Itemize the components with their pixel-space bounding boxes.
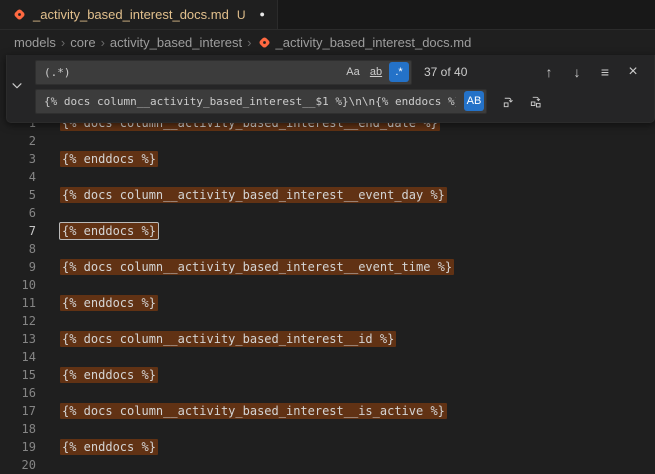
code-line: 7 {% enddocs %} xyxy=(0,222,655,240)
code-line-content[interactable]: {% docs column__activity_based_interest_… xyxy=(60,188,447,202)
breadcrumb-item[interactable]: _activity_based_interest_docs.md xyxy=(276,35,472,50)
editor-tab[interactable]: _activity_based_interest_docs.md U ● xyxy=(0,0,278,29)
find-match-highlight[interactable]: {% enddocs %} xyxy=(60,367,158,383)
code-line: 19 {% enddocs %} xyxy=(0,438,655,456)
line-number: 2 xyxy=(0,134,36,148)
regex-toggle[interactable]: .* xyxy=(389,62,409,82)
toggle-replace-button[interactable] xyxy=(7,59,27,117)
find-match-highlight[interactable]: {% docs column__activity_based_interest_… xyxy=(60,331,396,347)
close-button[interactable]: × xyxy=(622,61,644,83)
tab-bar: _activity_based_interest_docs.md U ● xyxy=(0,0,655,30)
whole-word-toggle[interactable]: ab xyxy=(366,62,386,82)
code-line: 4 xyxy=(0,168,655,186)
breadcrumb-item[interactable]: activity_based_interest xyxy=(110,35,242,50)
code-line-content[interactable]: {% enddocs %} xyxy=(60,296,158,310)
line-number: 11 xyxy=(0,296,36,310)
replace-all-button[interactable] xyxy=(525,90,547,112)
replace-button[interactable] xyxy=(497,90,519,112)
line-number: 15 xyxy=(0,368,36,382)
dbt-file-icon xyxy=(257,35,272,50)
find-widget: Aa ab .* 37 of 40 ↑ ↓ ≡ × AB xyxy=(6,55,655,123)
breadcrumb: models›core›activity_based_interest›_act… xyxy=(0,30,655,54)
code-line: 16 xyxy=(0,384,655,402)
line-number: 8 xyxy=(0,242,36,256)
replace-input-wrap: AB xyxy=(35,89,487,114)
find-match-highlight[interactable]: {% enddocs %} xyxy=(60,223,158,239)
code-line: 13 {% docs column__activity_based_interes… xyxy=(0,330,655,348)
code-line: 18 xyxy=(0,420,655,438)
line-number: 4 xyxy=(0,170,36,184)
code-line-content[interactable]: {% docs column__activity_based_interest_… xyxy=(60,260,454,274)
code-line: 3 {% enddocs %} xyxy=(0,150,655,168)
chevron-right-icon: › xyxy=(56,35,70,50)
code-line: 17 {% docs column__activity_based_interes… xyxy=(0,402,655,420)
modified-dot-icon[interactable]: ● xyxy=(260,10,265,19)
line-number: 10 xyxy=(0,278,36,292)
next-match-button[interactable]: ↓ xyxy=(566,61,588,83)
preserve-case-toggle[interactable]: AB xyxy=(464,91,484,111)
line-number: 14 xyxy=(0,350,36,364)
find-match-highlight[interactable]: {% docs column__activity_based_interest_… xyxy=(60,187,447,203)
code-line: 6 xyxy=(0,204,655,222)
find-row: Aa ab .* 37 of 40 ↑ ↓ ≡ × xyxy=(27,59,650,85)
chevron-down-icon xyxy=(10,79,24,98)
find-match-highlight[interactable]: {% docs column__activity_based_interest_… xyxy=(60,259,454,275)
find-in-selection-button[interactable]: ≡ xyxy=(594,61,616,83)
find-match-highlight[interactable]: {% enddocs %} xyxy=(60,295,158,311)
code-line-content[interactable]: {% docs column__activity_based_interest_… xyxy=(60,404,447,418)
find-match-highlight[interactable]: {% enddocs %} xyxy=(60,439,158,455)
line-number: 5 xyxy=(0,188,36,202)
line-number: 9 xyxy=(0,260,36,274)
git-status-badge: U xyxy=(237,8,246,22)
code-line: 15 {% enddocs %} xyxy=(0,366,655,384)
find-match-highlight[interactable]: {% docs column__activity_based_interest_… xyxy=(60,403,447,419)
code-line: 12 xyxy=(0,312,655,330)
tab-filename: _activity_based_interest_docs.md xyxy=(33,7,229,22)
line-number: 17 xyxy=(0,404,36,418)
replace-row: AB xyxy=(27,88,650,114)
code-line-content[interactable]: {% docs column__activity_based_interest_… xyxy=(60,332,396,346)
code-line-content[interactable]: {% enddocs %} xyxy=(60,368,158,382)
code-line: 14 xyxy=(0,348,655,366)
line-number: 6 xyxy=(0,206,36,220)
results-count: 37 of 40 xyxy=(424,65,467,79)
line-number: 18 xyxy=(0,422,36,436)
line-number: 7 xyxy=(0,224,36,238)
line-number: 12 xyxy=(0,314,36,328)
code-line: 5 {% docs column__activity_based_interest… xyxy=(0,186,655,204)
code-line: 8 xyxy=(0,240,655,258)
match-case-toggle[interactable]: Aa xyxy=(343,62,363,82)
code-line: 20 xyxy=(0,456,655,474)
replace-input[interactable] xyxy=(35,89,487,114)
code-line-content[interactable]: {% enddocs %} xyxy=(60,152,158,166)
code-line: 11 {% enddocs %} xyxy=(0,294,655,312)
code-line: 9 {% docs column__activity_based_interest… xyxy=(0,258,655,276)
previous-match-button[interactable]: ↑ xyxy=(538,61,560,83)
breadcrumb-item[interactable]: core xyxy=(70,35,95,50)
editor-pane: Aa ab .* 37 of 40 ↑ ↓ ≡ × AB xyxy=(0,54,655,470)
code-area: 1{% docs column__activity_based_interest… xyxy=(0,114,655,474)
code-line-content[interactable]: {% enddocs %} xyxy=(60,224,158,238)
code-line-content[interactable]: {% enddocs %} xyxy=(60,440,158,454)
chevron-right-icon: › xyxy=(242,35,256,50)
line-number: 16 xyxy=(0,386,36,400)
line-number: 3 xyxy=(0,152,36,166)
line-number: 13 xyxy=(0,332,36,346)
breadcrumb-item[interactable]: models xyxy=(14,35,56,50)
line-number: 19 xyxy=(0,440,36,454)
find-match-highlight[interactable]: {% enddocs %} xyxy=(60,151,158,167)
search-input-wrap: Aa ab .* xyxy=(35,60,412,85)
code-line: 2 xyxy=(0,132,655,150)
chevron-right-icon: › xyxy=(96,35,110,50)
dbt-file-icon xyxy=(12,7,27,22)
code-line: 10 xyxy=(0,276,655,294)
